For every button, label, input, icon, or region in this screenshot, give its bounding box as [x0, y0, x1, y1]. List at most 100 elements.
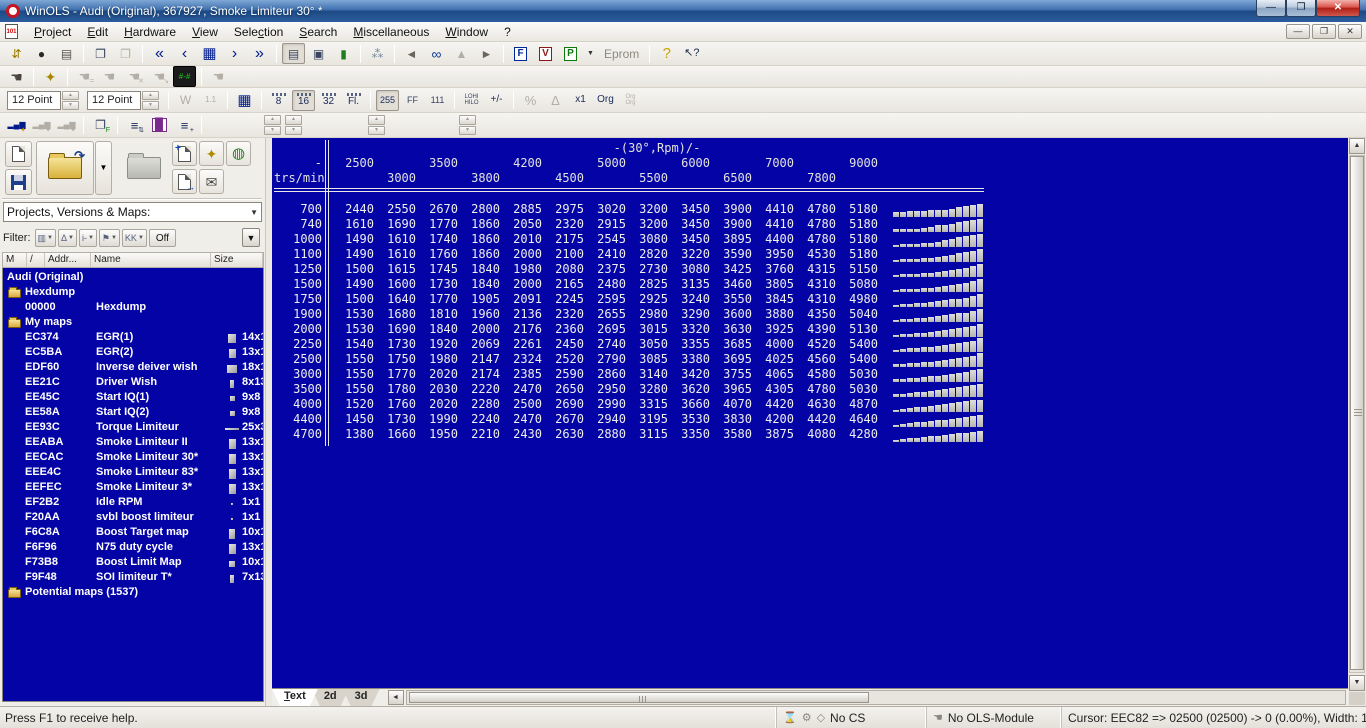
cell-740-3800[interactable]: 1860 [458, 217, 500, 232]
spin-down-icon[interactable]: ▼ [285, 126, 302, 136]
cell-4700-6500[interactable]: 3580 [710, 427, 752, 442]
cell-1750-9000[interactable]: 4980 [836, 292, 878, 307]
cell-2000-4200[interactable]: 2176 [500, 322, 542, 337]
cell-1250-2500[interactable]: 1500 [332, 262, 374, 277]
menu-item-project[interactable]: Project [26, 23, 79, 41]
next-version-button[interactable]: › [223, 43, 246, 64]
vscroll-thumb[interactable] [1350, 156, 1364, 670]
filter-delta-button[interactable]: Δ▼ [58, 229, 77, 247]
cell-1250-6000[interactable]: 3080 [668, 262, 710, 277]
cell-1500-5500[interactable]: 2825 [626, 277, 668, 292]
cell-1500-3000[interactable]: 1600 [374, 277, 416, 292]
cell-2500-6000[interactable]: 3380 [668, 352, 710, 367]
cell-1100-9000[interactable]: 5180 [836, 247, 878, 262]
map-row-eee4c[interactable]: EEE4CSmoke Limiteur 83*13x16 [3, 466, 263, 481]
open-project-dropdown[interactable]: ▼ [95, 141, 112, 195]
cell-4700-2500[interactable]: 1380 [332, 427, 374, 442]
preview-window-button[interactable]: ▣ [307, 43, 330, 64]
spin-up-icon[interactable]: ▲ [459, 115, 476, 125]
cell-1100-7800[interactable]: 4530 [794, 247, 836, 262]
spin-down-icon[interactable]: ▼ [142, 101, 159, 110]
spin-down-icon[interactable]: ▼ [368, 126, 385, 136]
cell-740-3000[interactable]: 1690 [374, 217, 416, 232]
cell-2250-5500[interactable]: 3050 [626, 337, 668, 352]
menu-item-hardware[interactable]: Hardware [116, 23, 184, 41]
signed-values-button[interactable]: +/- [485, 90, 508, 111]
cell-1000-3800[interactable]: 1860 [458, 232, 500, 247]
hexdump-view-button[interactable]: ▮ [332, 43, 355, 64]
cell-3500-5500[interactable]: 3280 [626, 382, 668, 397]
cell-3000-6500[interactable]: 3755 [710, 367, 752, 382]
cell-2250-7000[interactable]: 4000 [752, 337, 794, 352]
cell-740-4200[interactable]: 2050 [500, 217, 542, 232]
cell-1000-7000[interactable]: 4400 [752, 232, 794, 247]
cell-3000-7000[interactable]: 4065 [752, 367, 794, 382]
map-row-ee93c[interactable]: EE93CTorque Limiteur25x3 [3, 421, 263, 436]
filter-info-button[interactable]: i-▼ [79, 229, 97, 247]
cell-4700-3500[interactable]: 1950 [416, 427, 458, 442]
filter-kk-button[interactable]: KK▼ [122, 229, 147, 247]
cell-4700-4200[interactable]: 2430 [500, 427, 542, 442]
cell-3500-5000[interactable]: 2950 [584, 382, 626, 397]
cell-700-4500[interactable]: 2975 [542, 202, 584, 217]
cell-1250-3800[interactable]: 1840 [458, 262, 500, 277]
close-button[interactable]: ✕ [1316, 0, 1360, 17]
byte-order-button[interactable]: LOHI HILO [460, 90, 483, 111]
cell-4700-7000[interactable]: 3875 [752, 427, 794, 442]
cell-1100-3800[interactable]: 1860 [458, 247, 500, 262]
map-row-ee21c[interactable]: EE21CDriver Wish8x13 [3, 376, 263, 391]
cell-2500-5500[interactable]: 3085 [626, 352, 668, 367]
cell-1100-5500[interactable]: 2820 [626, 247, 668, 262]
spin-up-icon[interactable]: ▲ [368, 115, 385, 125]
list-row[interactable]: Audi (Original) [3, 271, 263, 286]
restore-button[interactable]: ❐ [1286, 0, 1316, 17]
mdi-minimize-button[interactable]: — [1286, 24, 1310, 39]
cell-1500-9000[interactable]: 5080 [836, 277, 878, 292]
cell-2000-3000[interactable]: 1690 [374, 322, 416, 337]
cell-1000-4200[interactable]: 2010 [500, 232, 542, 247]
cell-1100-5000[interactable]: 2410 [584, 247, 626, 262]
cell-2000-7000[interactable]: 3925 [752, 322, 794, 337]
cell-2500-9000[interactable]: 5400 [836, 352, 878, 367]
display-binary-button[interactable]: 111 [426, 90, 449, 111]
child-window-icon[interactable]: 101 [5, 24, 18, 39]
mdi-restore-button[interactable]: ❐ [1312, 24, 1336, 39]
cell-4400-6000[interactable]: 3530 [668, 412, 710, 427]
list-header-[interactable]: / [27, 253, 45, 267]
cell-1750-2500[interactable]: 1500 [332, 292, 374, 307]
cell-1500-3800[interactable]: 1840 [458, 277, 500, 292]
cell-3000-5000[interactable]: 2860 [584, 367, 626, 382]
menu-item-selection[interactable]: Selection [226, 23, 291, 41]
bits-float-button[interactable]: Fl. [342, 90, 365, 111]
new-version-button[interactable]: + [172, 141, 197, 166]
folder-row[interactable]: My maps [3, 316, 263, 331]
cell-1000-6000[interactable]: 3450 [668, 232, 710, 247]
cell-3500-9000[interactable]: 5030 [836, 382, 878, 397]
cell-740-6500[interactable]: 3900 [710, 217, 752, 232]
cell-3500-4200[interactable]: 2470 [500, 382, 542, 397]
cell-4700-5000[interactable]: 2880 [584, 427, 626, 442]
cell-1900-9000[interactable]: 5040 [836, 307, 878, 322]
list-reorder-button[interactable]: ≡⇅ [123, 115, 146, 136]
cell-1500-4500[interactable]: 2165 [542, 277, 584, 292]
cell-3000-7800[interactable]: 4580 [794, 367, 836, 382]
checksum-button[interactable]: ● [30, 43, 53, 64]
cell-1100-3000[interactable]: 1610 [374, 247, 416, 262]
cell-4000-9000[interactable]: 4870 [836, 397, 878, 412]
import-button[interactable]: ⇵ [5, 43, 28, 64]
cell-4000-6000[interactable]: 3660 [668, 397, 710, 412]
cell-3000-4200[interactable]: 2385 [500, 367, 542, 382]
cell-1900-6500[interactable]: 3600 [710, 307, 752, 322]
cell-1500-6500[interactable]: 3460 [710, 277, 752, 292]
map-row-eeaba[interactable]: EEABASmoke Limiteur II13x16 [3, 436, 263, 451]
cell-2500-4200[interactable]: 2324 [500, 352, 542, 367]
axis-x-spinner-1[interactable]: ▲▼ [264, 115, 281, 135]
display-decimal-button[interactable]: 255 [376, 90, 399, 111]
cell-1750-3500[interactable]: 1770 [416, 292, 458, 307]
cell-2250-4500[interactable]: 2450 [542, 337, 584, 352]
cell-4700-7800[interactable]: 4080 [794, 427, 836, 442]
menu-item-edit[interactable]: Edit [79, 23, 116, 41]
original-view-button[interactable]: Org [594, 90, 617, 111]
cell-1900-5000[interactable]: 2655 [584, 307, 626, 322]
show-functions-button[interactable]: F [509, 43, 532, 64]
